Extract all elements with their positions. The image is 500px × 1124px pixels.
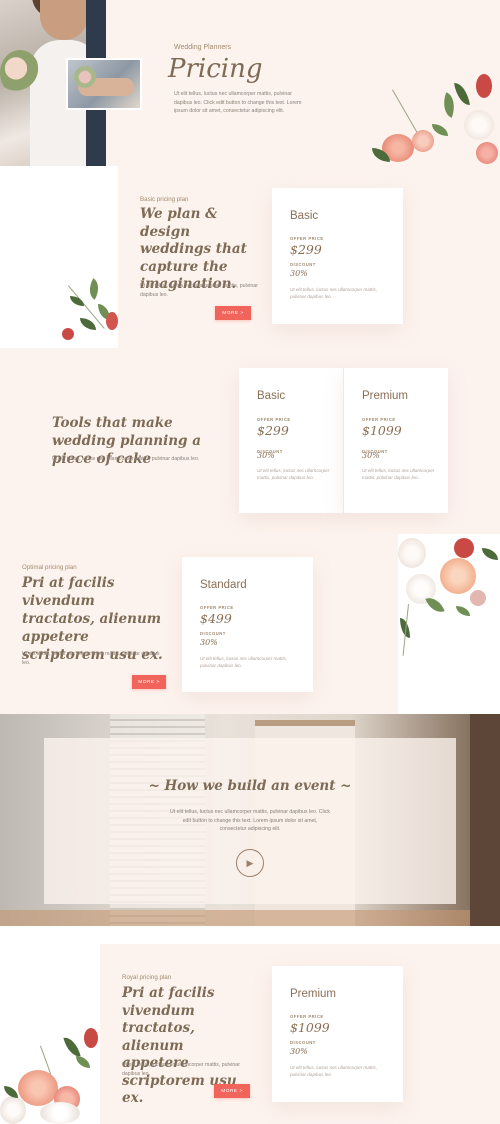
- video-heading: ~ How we build an event ~: [148, 778, 352, 794]
- card-description: Ut elit tellus, luctus nec ullamcorper m…: [362, 468, 435, 480]
- card-description: Ut elit tellus, luctus nec ullamcorper m…: [200, 656, 288, 668]
- discount-label: DISCOUNT: [290, 262, 316, 267]
- plan-kicker: Basic pricing plan: [140, 196, 189, 203]
- pricing-card-premium: Premium OFFER PRICE $1099 DISCOUNT 30% U…: [344, 368, 448, 513]
- plan-heading: We plan & design weddings that capture t…: [140, 206, 247, 292]
- floral-decoration-bottom-left: [0, 1026, 102, 1124]
- rings-photo: [66, 58, 142, 110]
- more-button[interactable]: MORE >: [215, 306, 251, 320]
- hero-kicker: Wedding Planners: [174, 44, 232, 51]
- offer-price-label: OFFER PRICE: [290, 236, 324, 241]
- plan-description: Ut elit tellus, luctus nec ullamcorper m…: [122, 1062, 240, 1077]
- discount-label: DISCOUNT: [290, 1040, 316, 1045]
- page-title: Pricing: [168, 54, 263, 84]
- offer-price-label: OFFER PRICE: [200, 605, 234, 610]
- offer-price-label: OFFER PRICE: [290, 1014, 324, 1019]
- card-description: Ut elit tellus, luctus nec ullamcorper m…: [257, 468, 330, 480]
- plan-kicker: Royal pricing plan: [122, 974, 172, 981]
- card-title: Premium: [362, 390, 409, 402]
- offer-price: $1099: [362, 423, 402, 438]
- pricing-card-basic-2: Basic OFFER PRICE $299 DISCOUNT 30% Ut e…: [239, 368, 344, 513]
- plan-description: Ut elit tellus, luctus nec ullamcorper m…: [140, 283, 258, 298]
- offer-price: $499: [200, 611, 232, 626]
- pricing-card-basic: Basic OFFER PRICE $299 DISCOUNT 30% Ut e…: [272, 188, 403, 324]
- discount-value: 30%: [362, 451, 380, 460]
- offer-price-label: OFFER PRICE: [362, 417, 396, 422]
- play-button[interactable]: ▶: [236, 849, 264, 877]
- plan-description: Ut elit tellus, luctus nec ullamcorper m…: [22, 651, 160, 666]
- tools-description: Ut elit tellus, luctus nec ullamcorper m…: [52, 456, 200, 462]
- card-title: Basic: [257, 390, 286, 402]
- hero-description: Ut elit tellus, luctus nec ullamcorper m…: [174, 91, 302, 115]
- card-description: Ut elit tellus, luctus nec ullamcorper m…: [290, 1065, 378, 1077]
- more-button[interactable]: MORE >: [214, 1084, 250, 1098]
- floral-decoration-right: [398, 534, 500, 658]
- offer-price: $299: [290, 242, 322, 257]
- play-icon: ▶: [246, 857, 254, 868]
- offer-price-label: OFFER PRICE: [257, 417, 291, 422]
- card-title: Premium: [290, 988, 337, 1000]
- discount-value: 30%: [200, 638, 218, 647]
- pricing-card-royal-premium: Premium OFFER PRICE $1099 DISCOUNT 30% U…: [272, 966, 403, 1102]
- card-title: Basic: [290, 210, 319, 222]
- video-description: Ut elit tellus, luctus nec ullamcorper m…: [170, 809, 331, 833]
- offer-price: $299: [257, 423, 289, 438]
- plan-kicker: Optimal pricing plan: [22, 564, 77, 571]
- card-description: Ut elit tellus, luctus nec ullamcorper m…: [290, 287, 378, 299]
- card-divider: [343, 368, 344, 513]
- discount-value: 30%: [257, 451, 275, 460]
- more-button[interactable]: MORE >: [132, 675, 166, 689]
- card-title: Standard: [200, 579, 247, 591]
- offer-price: $1099: [290, 1020, 330, 1035]
- pricing-card-standard: Standard OFFER PRICE $499 DISCOUNT 30% U…: [182, 557, 313, 692]
- discount-value: 30%: [290, 269, 308, 278]
- discount-label: DISCOUNT: [200, 631, 226, 636]
- discount-value: 30%: [290, 1047, 308, 1056]
- floral-decoration-hero: [372, 70, 500, 166]
- floral-decoration-left: [58, 276, 120, 348]
